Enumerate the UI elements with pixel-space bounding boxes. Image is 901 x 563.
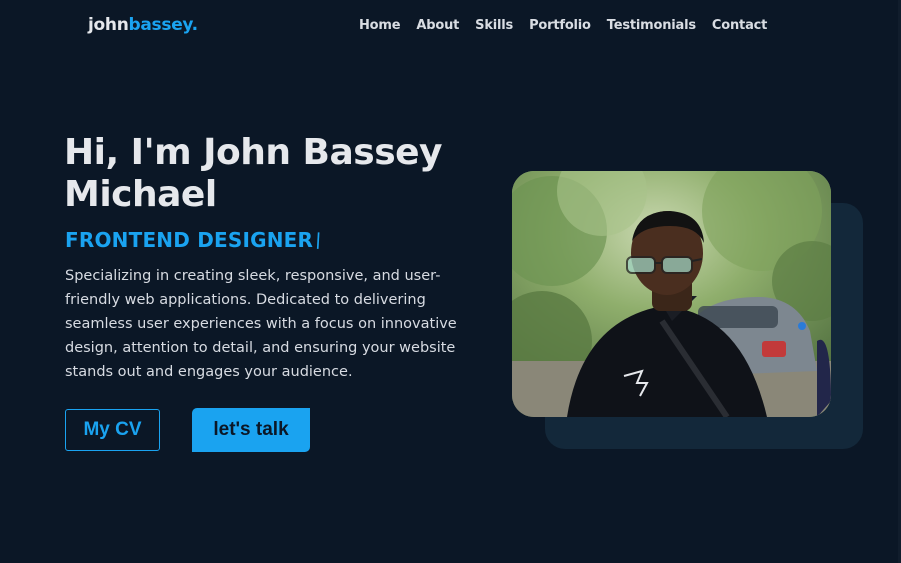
nav-testimonials[interactable]: Testimonials	[607, 18, 696, 33]
logo-last-name: bassey.	[128, 15, 199, 35]
nav-contact[interactable]: Contact	[712, 18, 767, 33]
nav-about[interactable]: About	[416, 18, 459, 33]
nav-home[interactable]: Home	[359, 18, 401, 33]
cv-button[interactable]: My CV	[65, 409, 160, 451]
role-text: FRONTEND DESIGNER	[65, 228, 314, 252]
logo-first-name: john	[88, 15, 129, 35]
hero-role: FRONTEND DESIGNER\	[65, 228, 326, 252]
profile-photo-illustration	[512, 171, 831, 417]
nav-skills[interactable]: Skills	[475, 18, 513, 33]
lets-talk-button[interactable]: let's talk	[192, 408, 310, 452]
site-logo[interactable]: johnbassey.	[88, 15, 198, 35]
hero-description: Specializing in creating sleek, responsi…	[65, 268, 457, 380]
main-nav: Home About Skills Portfolio Testimonials…	[359, 18, 767, 33]
hero-title: Hi, I'm John Bassey Michael	[64, 132, 443, 215]
nav-portfolio[interactable]: Portfolio	[529, 18, 591, 33]
profile-photo	[512, 171, 831, 417]
